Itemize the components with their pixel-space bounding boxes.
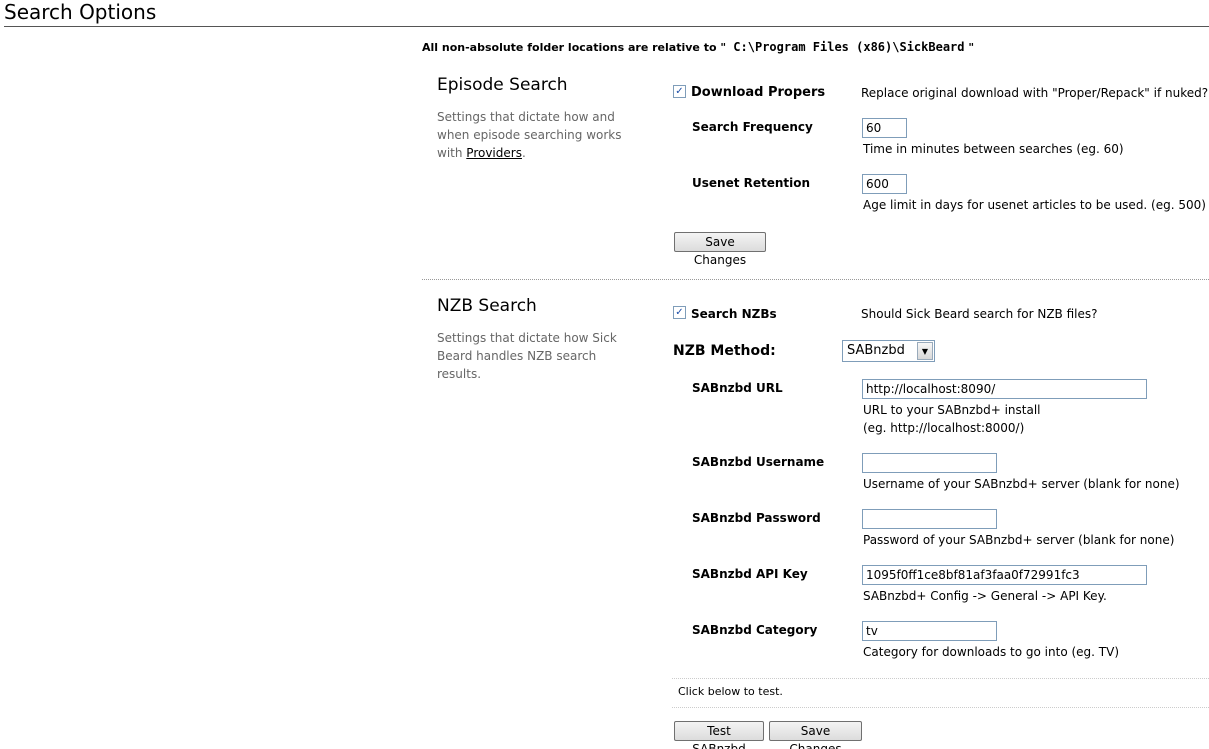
sab-username-help: Username of your SABnzbd+ server (blank … [863, 477, 1180, 491]
nzb-method-select[interactable]: SABnzbd ▼ [842, 340, 935, 362]
download-propers-help: Replace original download with "Proper/R… [861, 86, 1209, 100]
download-propers-checkbox[interactable]: ✓ [673, 85, 686, 98]
path-note-prefix: All non-absolute folder locations are re… [422, 41, 727, 54]
test-sabnzbd-button[interactable]: Test SABnzbd [674, 721, 764, 749]
sab-apikey-input[interactable]: 1095f0ff1ce8bf81af3faa0f72991fc3 [862, 565, 1147, 585]
nzb-method-selected: SABnzbd [847, 343, 905, 358]
path-note: All non-absolute folder locations are re… [422, 40, 974, 54]
sab-username-input[interactable] [862, 453, 997, 473]
usenet-retention-help: Age limit in days for usenet articles to… [863, 198, 1206, 212]
sab-password-label: SABnzbd Password [692, 511, 821, 525]
page-title: Search Options [4, 0, 157, 24]
sab-url-help-line1: URL to your SABnzbd+ install [863, 403, 1041, 417]
sab-password-input[interactable] [862, 509, 997, 529]
search-nzbs-checkbox[interactable]: ✓ [673, 306, 686, 319]
download-propers-label: Download Propers [691, 85, 826, 100]
sab-username-label: SABnzbd Username [692, 455, 825, 469]
search-frequency-input[interactable]: 60 [862, 118, 907, 138]
search-nzbs-help: Should Sick Beard search for NZB files? [861, 307, 1098, 321]
section-divider [422, 279, 1209, 280]
search-frequency-help: Time in minutes between searches (eg. 60… [863, 142, 1124, 156]
episode-search-desc-end: . [521, 146, 526, 160]
chevron-down-icon[interactable]: ▼ [917, 342, 933, 360]
nzb-search-title: NZB Search [437, 296, 537, 316]
save-changes-button-nzb[interactable]: Save Changes [769, 721, 862, 749]
search-frequency-label: Search Frequency [692, 120, 813, 134]
episode-search-title: Episode Search [437, 75, 568, 95]
nzb-method-label: NZB Method: [673, 343, 776, 359]
providers-link[interactable]: Providers [466, 146, 522, 160]
checkmark-icon: ✓ [675, 307, 684, 318]
sab-apikey-help: SABnzbd+ Config -> General -> API Key. [863, 589, 1107, 603]
path-note-path: C:\Program Files (x86)\SickBeard [726, 40, 965, 54]
checkmark-icon: ✓ [675, 86, 684, 97]
sab-url-label: SABnzbd URL [692, 381, 783, 395]
test-note: Click below to test. [678, 685, 783, 698]
save-changes-button-episode[interactable]: Save Changes [674, 232, 766, 267]
sab-category-label: SABnzbd Category [692, 623, 818, 637]
nzb-search-description: Settings that dictate how Sick Beard han… [437, 331, 617, 381]
path-note-suffix: " [964, 41, 975, 54]
sab-url-help-line2: (eg. http://localhost:8000/) [863, 421, 1025, 435]
sab-apikey-label: SABnzbd API Key [692, 567, 808, 581]
episode-search-description: Settings that dictate how and when episo… [437, 108, 637, 162]
usenet-retention-label: Usenet Retention [692, 176, 811, 190]
sab-url-input[interactable]: http://localhost:8090/ [862, 379, 1147, 399]
title-divider [4, 26, 1209, 27]
sab-password-help: Password of your SABnzbd+ server (blank … [863, 533, 1175, 547]
sab-category-help: Category for downloads to go into (eg. T… [863, 645, 1120, 659]
search-options-page: Search Options All non-absolute folder l… [0, 0, 1209, 749]
episode-search-desc-text: Settings that dictate how and when episo… [437, 110, 622, 160]
search-nzbs-label: Search NZBs [691, 307, 777, 321]
usenet-retention-input[interactable]: 600 [862, 174, 907, 194]
sab-category-input[interactable]: tv [862, 621, 997, 641]
